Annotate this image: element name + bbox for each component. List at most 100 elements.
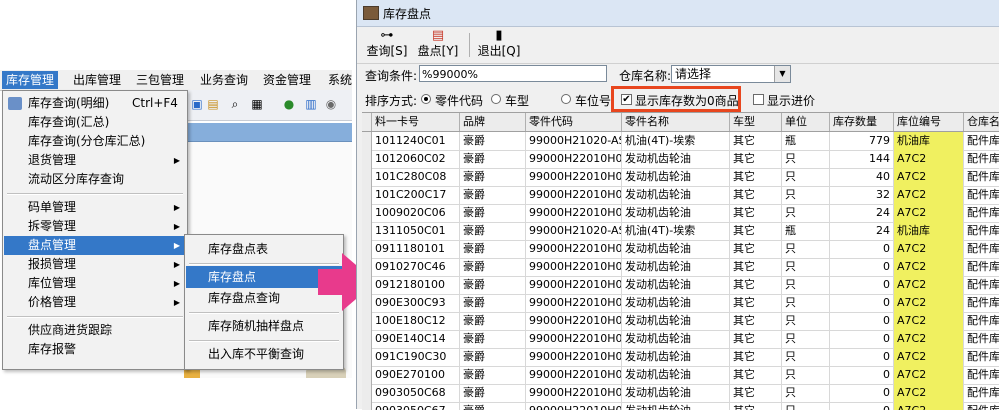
menu-system[interactable]: 系统 [324, 71, 356, 89]
table-cell: 豪爵 [460, 258, 526, 276]
exit-button[interactable]: ▮ 退出[Q] [477, 29, 521, 61]
menu-item-code-sheet[interactable]: 码单管理 ▶ [4, 198, 186, 217]
window-titlebar: 库存盘点 [357, 0, 999, 27]
window-app-icon [363, 6, 379, 20]
column-header[interactable]: 车型 [730, 113, 782, 131]
row-header[interactable] [362, 222, 372, 240]
table-cell: 只 [782, 330, 830, 348]
table-row[interactable]: 1311050C01豪爵99000H21020-AS1机油(4T)-埃索其它瓶2… [362, 222, 999, 241]
menu-item-supplier-tracking[interactable]: 供应商进货跟踪 [4, 321, 186, 340]
row-header[interactable] [362, 150, 372, 168]
menu-item-label: 供应商进货跟踪 [28, 323, 113, 337]
toolbar-icon[interactable]: ▣ [190, 97, 204, 111]
submenu-item-random-stocktake[interactable]: 库存随机抽样盘点 [186, 315, 342, 337]
table-cell: 24 [830, 222, 894, 240]
menu-item-inventory-alarm[interactable]: 库存报警 [4, 340, 186, 359]
menu-item-location-management[interactable]: 库位管理 ▶ [4, 274, 186, 293]
menu-item-flow-zone-query[interactable]: 流动区分库存查询 [4, 170, 186, 189]
menu-fund-management[interactable]: 资金管理 [259, 71, 315, 89]
table-row[interactable]: 1012060C02豪爵99000H22010H000发动机齿轮油其它只144A… [362, 150, 999, 169]
table-cell: 40 [830, 168, 894, 186]
column-header[interactable]: 库存数量 [830, 113, 894, 131]
row-header[interactable] [362, 348, 372, 366]
menu-item-inventory-detail[interactable]: 库存查询(明细) Ctrl+F4 [4, 94, 186, 113]
table-row[interactable]: 101C200C17豪爵99000H22010H000发动机齿轮油其它只32A7… [362, 186, 999, 205]
table-cell: A7C2 [894, 330, 964, 348]
table-cell: 0 [830, 276, 894, 294]
search-icon[interactable]: ⌕ [228, 97, 242, 111]
row-header[interactable] [362, 186, 372, 204]
row-header[interactable] [362, 258, 372, 276]
row-header[interactable] [362, 384, 372, 402]
column-header[interactable]: 品牌 [460, 113, 526, 131]
menu-item-split[interactable]: 拆零管理 ▶ [4, 217, 186, 236]
menu-warranty-management[interactable]: 三包管理 [132, 71, 188, 89]
submenu-item-imbalance-query[interactable]: 出入库不平衡查询 [186, 343, 342, 365]
column-header[interactable]: 库位编号 [894, 113, 964, 131]
row-header[interactable] [362, 276, 372, 294]
table-cell: 99000H22010H000 [526, 348, 622, 366]
menu-item-label: 流动区分库存查询 [28, 172, 125, 186]
chart-icon[interactable]: ▥ [304, 97, 318, 111]
row-header[interactable] [362, 240, 372, 258]
table-row[interactable]: 1009020C06豪爵99000H22010H000发动机齿轮油其它只24A7… [362, 204, 999, 223]
query-condition-input[interactable]: %99000% [419, 65, 607, 82]
row-header[interactable] [362, 330, 372, 348]
table-row[interactable]: 090E140C14豪爵99000H22010H000发动机齿轮油其它只0A7C… [362, 330, 999, 349]
row-header[interactable] [362, 204, 372, 222]
menu-item-loss-report[interactable]: 报损管理 ▶ [4, 255, 186, 274]
query-button[interactable]: ⊶ 查询[S] [365, 29, 409, 61]
table-cell: A7C2 [894, 384, 964, 402]
table-row[interactable]: 091C190C30豪爵99000H22010H000发动机齿轮油其它只0A7C… [362, 348, 999, 367]
menu-business-query[interactable]: 业务查询 [196, 71, 252, 89]
sort-radio-location[interactable] [561, 94, 571, 104]
sort-radio-part-code[interactable] [421, 94, 431, 104]
report-icon[interactable]: ▦ [250, 97, 264, 111]
row-header[interactable] [362, 132, 372, 150]
user-icon[interactable]: ◉ [324, 97, 338, 111]
money-icon[interactable]: ● [282, 97, 296, 111]
column-header[interactable]: 料一卡号 [372, 113, 460, 131]
table-row[interactable]: 0903050C68豪爵99000H22010H000发动机齿轮油其它只0A7C… [362, 384, 999, 403]
stocktake-button[interactable]: ▤ 盘点[Y] [415, 29, 461, 61]
menu-inventory-management[interactable]: 库存管理 [2, 71, 59, 89]
sort-radio-model[interactable] [491, 94, 501, 104]
submenu-item-label: 库存盘点表 [208, 242, 269, 256]
table-row[interactable]: 090E270100豪爵99000H22010H000发动机齿轮油其它只0A7C… [362, 366, 999, 385]
table-row[interactable]: 090E300C93豪爵99000H22010H000发动机齿轮油其它只0A7C… [362, 294, 999, 313]
menu-outbound-management[interactable]: 出库管理 [69, 71, 125, 89]
table-row[interactable]: 0912180100豪爵99000H22010H000发动机齿轮油其它只0A7C… [362, 276, 999, 295]
menu-item-returns[interactable]: 退货管理 ▶ [4, 151, 186, 170]
column-header[interactable]: 仓库名称 [964, 113, 999, 131]
row-header[interactable] [362, 366, 372, 384]
row-header[interactable] [362, 312, 372, 330]
menu-item-inventory-by-warehouse[interactable]: 库存查询(分仓库汇总) [4, 132, 186, 151]
table-cell: 99000H21020-AS1 [526, 222, 622, 240]
table-row[interactable]: 0910270C46豪爵99000H22010H000发动机齿轮油其它只0A7C… [362, 258, 999, 277]
menu-item-inventory-summary[interactable]: 库存查询(汇总) [4, 113, 186, 132]
column-header[interactable]: 零件名称 [622, 113, 730, 131]
table-row[interactable]: 101C280C08豪爵99000H22010H000发动机齿轮油其它只40A7… [362, 168, 999, 187]
show-zero-stock-checkbox[interactable]: ✔ [621, 94, 632, 105]
submenu-item-label: 出入库不平衡查询 [208, 347, 305, 361]
table-cell: 配件库 [964, 330, 999, 348]
warehouse-select[interactable]: 请选择 ▼ [671, 65, 791, 83]
column-header[interactable]: 零件代码 [526, 113, 622, 131]
row-header[interactable] [362, 168, 372, 186]
menu-item-label: 报损管理 [28, 257, 77, 271]
menu-item-price-management[interactable]: 价格管理 ▶ [4, 293, 186, 312]
menu-item-label: 库存报警 [28, 342, 77, 356]
menu-item-stocktake-management[interactable]: 盘点管理 ▶ [4, 236, 186, 255]
ledger-icon[interactable]: ▤ [206, 97, 220, 111]
table-row[interactable]: 100E180C12豪爵99000H22010H000发动机齿轮油其它只0A7C… [362, 312, 999, 331]
table-cell: 发动机齿轮油 [622, 312, 730, 330]
table-cell: 0 [830, 258, 894, 276]
row-header[interactable] [362, 294, 372, 312]
show-purchase-price-checkbox[interactable] [753, 94, 764, 105]
stocktake-table[interactable]: 料一卡号品牌零件代码零件名称车型单位库存数量库位编号仓库名称 1011240C0… [362, 112, 999, 410]
column-header[interactable]: 单位 [782, 113, 830, 131]
window-toolbar: ⊶ 查询[S] ▤ 盘点[Y] ▮ 退出[Q] [357, 27, 999, 64]
table-row[interactable]: 0911180101豪爵99000H22010H000发动机齿轮油其它只0A7C… [362, 240, 999, 259]
table-row[interactable]: 1011240C01豪爵99000H21020-AS1机油(4T)-埃索其它瓶7… [362, 132, 999, 151]
sort-mode-label: 排序方式: [365, 94, 418, 108]
